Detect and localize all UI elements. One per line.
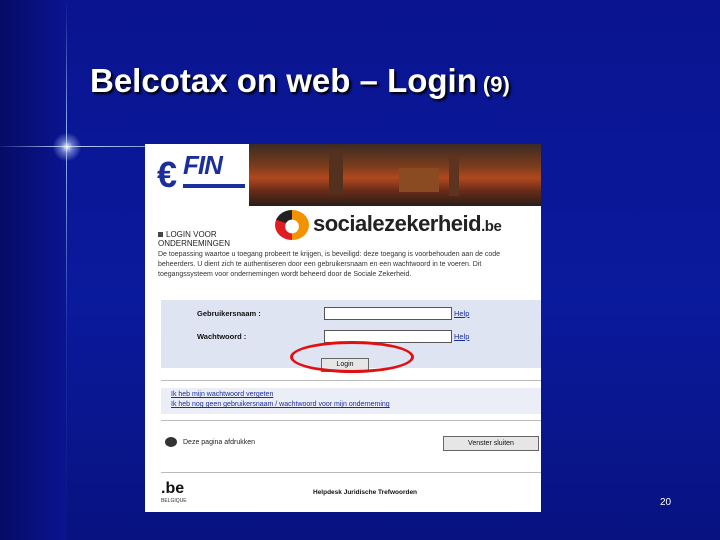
login-heading-line2: ONDERNEMINGEN: [158, 239, 231, 248]
slide-number: 20: [660, 497, 672, 508]
divider: [161, 420, 541, 421]
password-help-link[interactable]: Help: [454, 332, 469, 341]
be-logo: .be BELGIQUE: [161, 480, 187, 504]
intro-text: De toepassing waartoe u toegang probeert…: [158, 251, 501, 278]
footer-links[interactable]: Helpdesk Juridische Trefwoorden: [313, 489, 417, 496]
header-photo: [249, 144, 541, 206]
socialezekerheid-logo: socialezekerheid.be: [269, 206, 529, 244]
vertical-accent-line: [66, 0, 67, 540]
login-heading-line1: LOGIN VOOR: [166, 230, 217, 239]
help-links: Ik heb mijn wachtwoord vergeten Ik heb n…: [161, 388, 541, 414]
login-screenshot: € FIN socialezekerheid.be LOGIN VOOR OND…: [145, 144, 541, 512]
print-page-link[interactable]: Deze pagina afdrukken: [165, 437, 255, 447]
sz-logo-word: socialezekerheid: [313, 211, 482, 236]
highlight-oval: [290, 341, 414, 373]
forgot-password-link[interactable]: Ik heb mijn wachtwoord vergeten: [171, 391, 273, 398]
slide-title-suffix: (9): [482, 72, 510, 97]
be-logo-text: .be: [161, 480, 185, 497]
slide-title: Belcotax on web – Login (9): [90, 62, 510, 100]
username-label: Gebruikersnaam :: [197, 309, 261, 318]
left-band: [0, 0, 66, 540]
fin-logo: € FIN: [157, 148, 247, 195]
username-help-link[interactable]: Help: [454, 309, 469, 318]
fin-logo-text: FIN: [183, 150, 223, 180]
divider: [161, 380, 541, 381]
bullet-icon: [158, 232, 163, 237]
login-heading: LOGIN VOOR ONDERNEMINGEN: [158, 230, 230, 248]
be-logo-sub: BELGIQUE: [161, 498, 187, 504]
euro-icon: €: [157, 154, 178, 195]
swirl-icon: [275, 210, 309, 240]
print-label: Deze pagina afdrukken: [183, 438, 255, 446]
printer-icon: [165, 437, 177, 447]
sz-logo-suffix: .be: [481, 218, 502, 235]
no-username-link[interactable]: Ik heb nog geen gebruikersnaam / wachtwo…: [171, 401, 390, 408]
slide-title-text: Belcotax on web – Login: [90, 62, 477, 99]
password-label: Wachtwoord :: [197, 332, 247, 341]
sparkle-icon: [50, 130, 84, 164]
divider: [161, 472, 541, 473]
close-window-button[interactable]: Venster sluiten: [443, 436, 539, 451]
username-input[interactable]: [324, 307, 452, 320]
